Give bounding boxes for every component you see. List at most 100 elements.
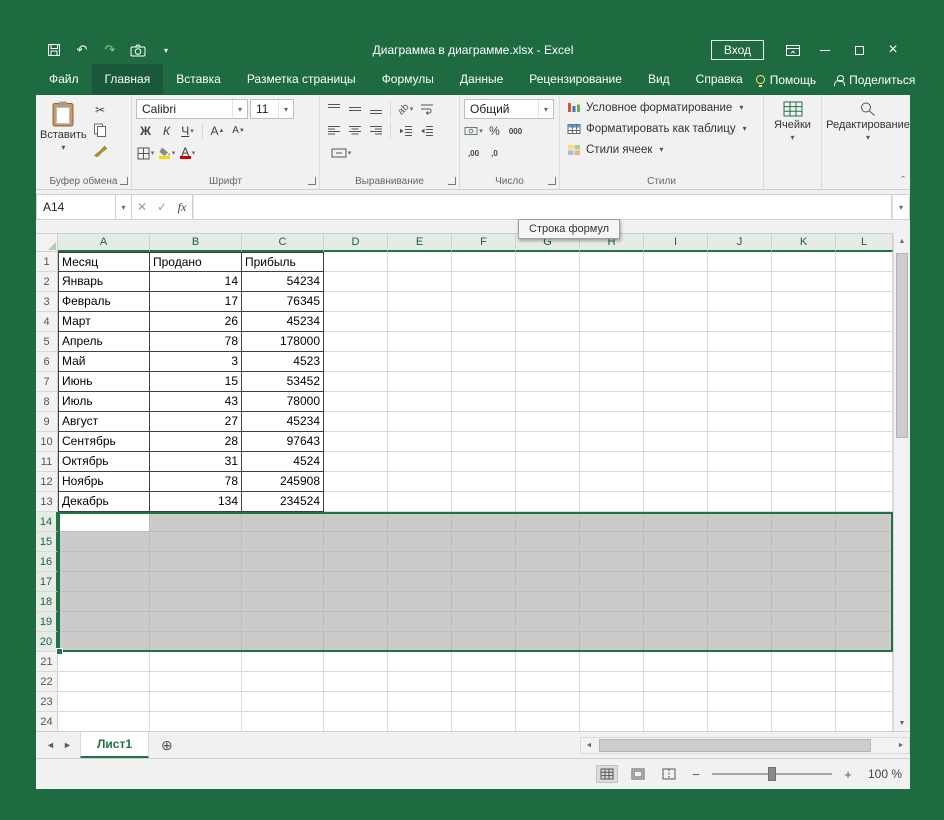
cell-D7[interactable] bbox=[324, 372, 388, 392]
cell-K8[interactable] bbox=[772, 392, 836, 412]
cell-J18[interactable] bbox=[708, 592, 772, 612]
expand-formula-bar-icon[interactable]: ▾ bbox=[892, 194, 910, 220]
cell-J4[interactable] bbox=[708, 312, 772, 332]
comma-style-button[interactable]: 000 bbox=[506, 122, 525, 141]
cell-D22[interactable] bbox=[324, 672, 388, 692]
cell-B12[interactable]: 78 bbox=[150, 472, 242, 492]
cell-C15[interactable] bbox=[242, 532, 324, 552]
cell-J21[interactable] bbox=[708, 652, 772, 672]
cell-B1[interactable]: Продано bbox=[150, 252, 242, 272]
cell-J5[interactable] bbox=[708, 332, 772, 352]
cell-F4[interactable] bbox=[452, 312, 516, 332]
cell-C17[interactable] bbox=[242, 572, 324, 592]
cell-F2[interactable] bbox=[452, 272, 516, 292]
cell-G5[interactable] bbox=[516, 332, 580, 352]
cell-D10[interactable] bbox=[324, 432, 388, 452]
cell-E10[interactable] bbox=[388, 432, 452, 452]
cell-J2[interactable] bbox=[708, 272, 772, 292]
cell-J19[interactable] bbox=[708, 612, 772, 632]
cell-I3[interactable] bbox=[644, 292, 708, 312]
cell-A4[interactable]: Март bbox=[58, 312, 150, 332]
column-header-F[interactable]: F bbox=[452, 234, 516, 252]
row-header-2[interactable]: 2 bbox=[36, 272, 58, 292]
editing-button[interactable]: Редактирование ▾ bbox=[826, 97, 910, 142]
cell-I23[interactable] bbox=[644, 692, 708, 712]
cell-H6[interactable] bbox=[580, 352, 644, 372]
cell-J24[interactable] bbox=[708, 712, 772, 732]
cell-D19[interactable] bbox=[324, 612, 388, 632]
increase-decimal-button[interactable]: ,00 bbox=[464, 144, 483, 163]
row-header-4[interactable]: 4 bbox=[36, 312, 58, 332]
column-header-E[interactable]: E bbox=[388, 234, 452, 252]
cell-C7[interactable]: 53452 bbox=[242, 372, 324, 392]
cell-J14[interactable] bbox=[708, 512, 772, 532]
align-right-button[interactable] bbox=[366, 122, 385, 141]
cell-styles-button[interactable]: Стили ячеек ▾ bbox=[564, 139, 759, 160]
cell-J13[interactable] bbox=[708, 492, 772, 512]
cell-G11[interactable] bbox=[516, 452, 580, 472]
cell-F23[interactable] bbox=[452, 692, 516, 712]
close-button[interactable]: × bbox=[876, 36, 910, 64]
cell-G22[interactable] bbox=[516, 672, 580, 692]
cell-J11[interactable] bbox=[708, 452, 772, 472]
tab-Данные[interactable]: Данные bbox=[447, 64, 516, 95]
cell-F16[interactable] bbox=[452, 552, 516, 572]
fill-handle[interactable] bbox=[56, 648, 63, 655]
cell-D9[interactable] bbox=[324, 412, 388, 432]
cell-B23[interactable] bbox=[150, 692, 242, 712]
select-all-corner[interactable] bbox=[36, 234, 58, 252]
cell-H4[interactable] bbox=[580, 312, 644, 332]
alignment-dialog-launcher[interactable] bbox=[448, 177, 456, 185]
align-middle-button[interactable] bbox=[345, 100, 364, 119]
cell-F6[interactable] bbox=[452, 352, 516, 372]
cell-L6[interactable] bbox=[836, 352, 893, 372]
cell-L21[interactable] bbox=[836, 652, 893, 672]
cell-A5[interactable]: Апрель bbox=[58, 332, 150, 352]
cell-K20[interactable] bbox=[772, 632, 836, 652]
cell-G21[interactable] bbox=[516, 652, 580, 672]
cell-L1[interactable] bbox=[836, 252, 893, 272]
cell-E6[interactable] bbox=[388, 352, 452, 372]
cell-L18[interactable] bbox=[836, 592, 893, 612]
cell-I20[interactable] bbox=[644, 632, 708, 652]
cell-G9[interactable] bbox=[516, 412, 580, 432]
cell-H8[interactable] bbox=[580, 392, 644, 412]
cell-F20[interactable] bbox=[452, 632, 516, 652]
cell-G6[interactable] bbox=[516, 352, 580, 372]
cell-H11[interactable] bbox=[580, 452, 644, 472]
cell-E17[interactable] bbox=[388, 572, 452, 592]
cell-I7[interactable] bbox=[644, 372, 708, 392]
page-layout-view-button[interactable] bbox=[627, 765, 649, 783]
row-header-3[interactable]: 3 bbox=[36, 292, 58, 312]
wrap-text-button[interactable] bbox=[417, 100, 436, 119]
cell-A21[interactable] bbox=[58, 652, 150, 672]
cell-I18[interactable] bbox=[644, 592, 708, 612]
zoom-in-icon[interactable]: + bbox=[841, 767, 855, 782]
cell-D18[interactable] bbox=[324, 592, 388, 612]
cell-E1[interactable] bbox=[388, 252, 452, 272]
orientation-button[interactable]: ab ▾ bbox=[395, 100, 415, 119]
hscroll-right-icon[interactable]: ► bbox=[893, 742, 909, 749]
cell-I21[interactable] bbox=[644, 652, 708, 672]
cell-I2[interactable] bbox=[644, 272, 708, 292]
cell-K7[interactable] bbox=[772, 372, 836, 392]
cell-A3[interactable]: Февраль bbox=[58, 292, 150, 312]
cell-K16[interactable] bbox=[772, 552, 836, 572]
row-header-16[interactable]: 16 bbox=[36, 552, 58, 572]
cell-D5[interactable] bbox=[324, 332, 388, 352]
borders-button[interactable]: ▾ bbox=[136, 144, 155, 163]
help-button[interactable]: Помощь bbox=[755, 73, 816, 87]
cell-E21[interactable] bbox=[388, 652, 452, 672]
zoom-slider-thumb[interactable] bbox=[768, 767, 776, 781]
cell-H23[interactable] bbox=[580, 692, 644, 712]
tab-Формулы[interactable]: Формулы bbox=[369, 64, 447, 95]
cell-I14[interactable] bbox=[644, 512, 708, 532]
cell-D1[interactable] bbox=[324, 252, 388, 272]
cell-F15[interactable] bbox=[452, 532, 516, 552]
cell-F14[interactable] bbox=[452, 512, 516, 532]
cell-G23[interactable] bbox=[516, 692, 580, 712]
cell-H13[interactable] bbox=[580, 492, 644, 512]
cell-J8[interactable] bbox=[708, 392, 772, 412]
cell-F22[interactable] bbox=[452, 672, 516, 692]
row-header-17[interactable]: 17 bbox=[36, 572, 58, 592]
